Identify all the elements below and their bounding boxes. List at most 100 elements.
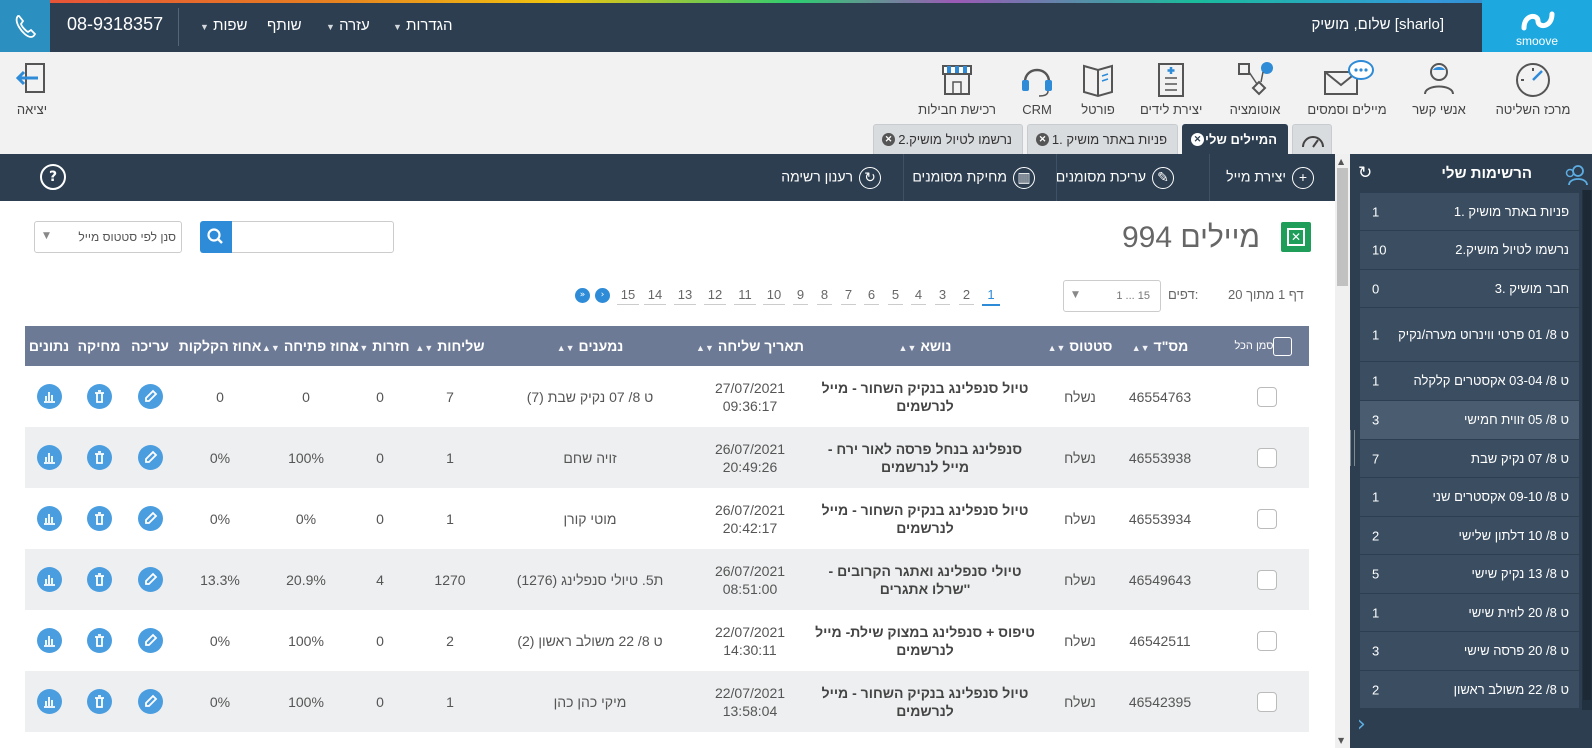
chevron-right-icon[interactable]: › bbox=[1357, 712, 1366, 737]
table-row[interactable]: 46549643 נשלח טיולי סנפלינג ואתגר הקרובים … bbox=[25, 549, 1309, 610]
page-number[interactable]: 2 bbox=[959, 287, 974, 305]
row-checkbox[interactable] bbox=[1256, 447, 1277, 468]
resize-handle[interactable] bbox=[1350, 430, 1355, 466]
excel-export-icon[interactable]: ✕ bbox=[1281, 222, 1311, 252]
menu-partner[interactable]: שותף bbox=[267, 17, 302, 34]
page-number[interactable]: 5 bbox=[888, 287, 903, 305]
page-number[interactable]: 12 bbox=[704, 287, 726, 305]
edit-selected-button[interactable]: עריכת מסומנים ✎ bbox=[1056, 167, 1174, 189]
scrollbar-thumb[interactable] bbox=[1337, 168, 1348, 286]
select-all-checkbox[interactable] bbox=[1273, 336, 1293, 356]
column-status[interactable]: ▲▼ סטטוס bbox=[1035, 326, 1125, 366]
scroll-down-icon[interactable]: ▼ bbox=[1338, 736, 1344, 745]
page-number[interactable]: 8 bbox=[817, 287, 832, 305]
column-recipients[interactable]: ▲▼ נמענים bbox=[495, 326, 685, 366]
trash-icon[interactable] bbox=[86, 506, 112, 531]
status-filter-select[interactable]: סנן לפי סטטוס מייל ▼ bbox=[34, 221, 182, 253]
table-row[interactable]: 46553938 נשלח סנפלינג בנחל פרסה לאור ירח -… bbox=[25, 427, 1309, 488]
sidebar-list-item[interactable]: ט 8/ 22 משולב ראשון 2 bbox=[1360, 671, 1579, 709]
trash-icon[interactable] bbox=[86, 445, 112, 470]
bar-chart-icon[interactable] bbox=[36, 445, 62, 470]
page-number[interactable]: 1 bbox=[982, 287, 1000, 306]
sidebar-list-item[interactable]: 2.נרשמו לטיול מושיק 10 bbox=[1360, 231, 1579, 270]
trash-icon[interactable] bbox=[86, 689, 112, 714]
tab-list-inquiries[interactable]: 1. פניות באתר מושיק ✕ bbox=[1027, 124, 1178, 154]
close-icon[interactable]: ✕ bbox=[1036, 133, 1049, 146]
trash-icon[interactable] bbox=[86, 628, 112, 653]
row-checkbox[interactable] bbox=[1256, 630, 1277, 651]
sidebar-list-item[interactable]: ט 8/ 07 נקיק שבת 7 bbox=[1360, 440, 1579, 478]
tool-buy-packages[interactable]: רכישת חבילות bbox=[918, 58, 996, 117]
column-sent-date[interactable]: ▲▼ תאריך שליחה bbox=[685, 326, 815, 366]
page-number[interactable]: 9 bbox=[793, 287, 808, 305]
search-input[interactable] bbox=[231, 221, 394, 253]
table-row[interactable]: 46542511 נשלח טיפוס + סנפלינג במצוק שילת- … bbox=[25, 610, 1309, 671]
search-button[interactable] bbox=[200, 221, 232, 253]
column-subject[interactable]: ▲▼ נושא bbox=[815, 326, 1035, 366]
column-sends[interactable]: ▲▼ שליחות bbox=[410, 326, 490, 366]
page-number[interactable]: 13 bbox=[674, 287, 696, 305]
sidebar-list-item[interactable]: 3. חבר מושיק 0 bbox=[1360, 270, 1579, 308]
tab-dashboard[interactable] bbox=[1292, 124, 1332, 154]
pencil-icon[interactable] bbox=[137, 628, 163, 653]
sidebar-list-item[interactable]: ט 8/ 10 דלתון שלישי 2 bbox=[1360, 517, 1579, 555]
page-number[interactable]: 7 bbox=[841, 287, 856, 305]
bar-chart-icon[interactable] bbox=[36, 506, 62, 531]
table-row[interactable]: 46542395 נשלח טיול סנפלינג בנקיק השחור - מ… bbox=[25, 671, 1309, 732]
tool-lead-generation[interactable]: יצירת לידים bbox=[1140, 58, 1202, 117]
brand-logo[interactable]: smoove bbox=[1482, 0, 1592, 52]
page-number[interactable]: 4 bbox=[911, 287, 926, 305]
tab-my-emails[interactable]: המיילים שלי ✕ bbox=[1182, 124, 1288, 154]
sidebar-list-item[interactable]: ט 8/ 01 פרטי ווינרוט מערה/נקיק 1 bbox=[1360, 308, 1579, 362]
tool-dashboard[interactable]: מרכז השליטה bbox=[1488, 58, 1578, 117]
close-icon[interactable]: ✕ bbox=[1191, 133, 1204, 146]
pencil-icon[interactable] bbox=[137, 689, 163, 714]
page-number[interactable]: 15 bbox=[617, 287, 639, 305]
page-number[interactable]: 10 bbox=[763, 287, 785, 305]
table-row[interactable]: 46554763 נשלח טיול סנפלינג בנקיק השחור - מ… bbox=[25, 366, 1309, 427]
sidebar-list-item[interactable]: ט 8/ 09-10 אקסטרים שני 1 bbox=[1360, 478, 1579, 517]
menu-languages[interactable]: ▼ שפות bbox=[196, 17, 247, 34]
sidebar-scrollbar[interactable] bbox=[1582, 190, 1592, 710]
bar-chart-icon[interactable] bbox=[36, 628, 62, 653]
sidebar-list-item[interactable]: ט 8/ 03-04 אקסטרים קלקלה 1 bbox=[1360, 362, 1579, 401]
sidebar-list-item[interactable]: ט 8/ 20 פרסה שישי 3 bbox=[1360, 632, 1579, 671]
tool-mail-sms[interactable]: מיילים וסמסים bbox=[1303, 58, 1391, 117]
column-bounces[interactable]: ▲▼ חזרות bbox=[350, 326, 410, 366]
tool-automation[interactable]: אוטומציה bbox=[1224, 58, 1286, 117]
trash-icon[interactable] bbox=[86, 567, 112, 592]
last-page-icon[interactable]: » bbox=[575, 288, 590, 303]
delete-selected-button[interactable]: מחיקת מסומנים ▥ bbox=[912, 167, 1035, 189]
menu-help[interactable]: ▼ עזרה bbox=[322, 17, 370, 34]
page-number[interactable]: 6 bbox=[864, 287, 879, 305]
table-row[interactable]: 46553934 נשלח טיול סנפלינג בנקיק השחור - מ… bbox=[25, 488, 1309, 549]
scroll-up-icon[interactable]: ▲ bbox=[1338, 157, 1344, 166]
sidebar-list-item[interactable]: ט 8/ 05 זווית חמישי 3 bbox=[1360, 401, 1579, 440]
pencil-icon[interactable] bbox=[137, 445, 163, 470]
pencil-icon[interactable] bbox=[137, 384, 163, 409]
create-email-button[interactable]: יצירת מייל + bbox=[1226, 167, 1314, 189]
tool-contacts[interactable]: אנשי קשר bbox=[1404, 58, 1474, 117]
tool-crm[interactable]: CRM bbox=[1015, 58, 1059, 117]
tab-list-registered[interactable]: 2.נרשמו לטיול מושיק ✕ bbox=[873, 124, 1023, 154]
select-all[interactable]: סמן הכל bbox=[1224, 326, 1309, 366]
next-page-icon[interactable]: › bbox=[595, 288, 610, 303]
page-number[interactable]: 3 bbox=[935, 287, 950, 305]
logout-button[interactable]: יציאה bbox=[12, 58, 52, 117]
refresh-icon[interactable]: ↻ bbox=[1358, 163, 1372, 183]
bar-chart-icon[interactable] bbox=[36, 384, 62, 409]
tool-portal[interactable]: פורטל bbox=[1074, 58, 1122, 117]
row-checkbox[interactable] bbox=[1256, 386, 1277, 407]
row-checkbox[interactable] bbox=[1256, 691, 1277, 712]
column-open-rate[interactable]: ▲▼ אחוז פתיחה bbox=[262, 326, 359, 366]
trash-icon[interactable] bbox=[86, 384, 112, 409]
sidebar-list-item[interactable]: ט 8/ 20 לוזית שישי 1 bbox=[1360, 594, 1579, 632]
sidebar-list-item[interactable]: ט 8/ 13 נקיק שישי 5 bbox=[1360, 555, 1579, 594]
scrollbar-thumb[interactable] bbox=[1583, 190, 1591, 700]
main-scrollbar[interactable]: ▲ ▼ bbox=[1335, 154, 1350, 748]
sidebar-list-item[interactable]: 1. פניות באתר מושיק 1 bbox=[1360, 193, 1579, 231]
page-range-select[interactable]: 1 ... 15 ▼ bbox=[1063, 280, 1161, 312]
phone-button[interactable] bbox=[0, 0, 50, 52]
pencil-icon[interactable] bbox=[137, 567, 163, 592]
close-icon[interactable]: ✕ bbox=[882, 133, 895, 146]
